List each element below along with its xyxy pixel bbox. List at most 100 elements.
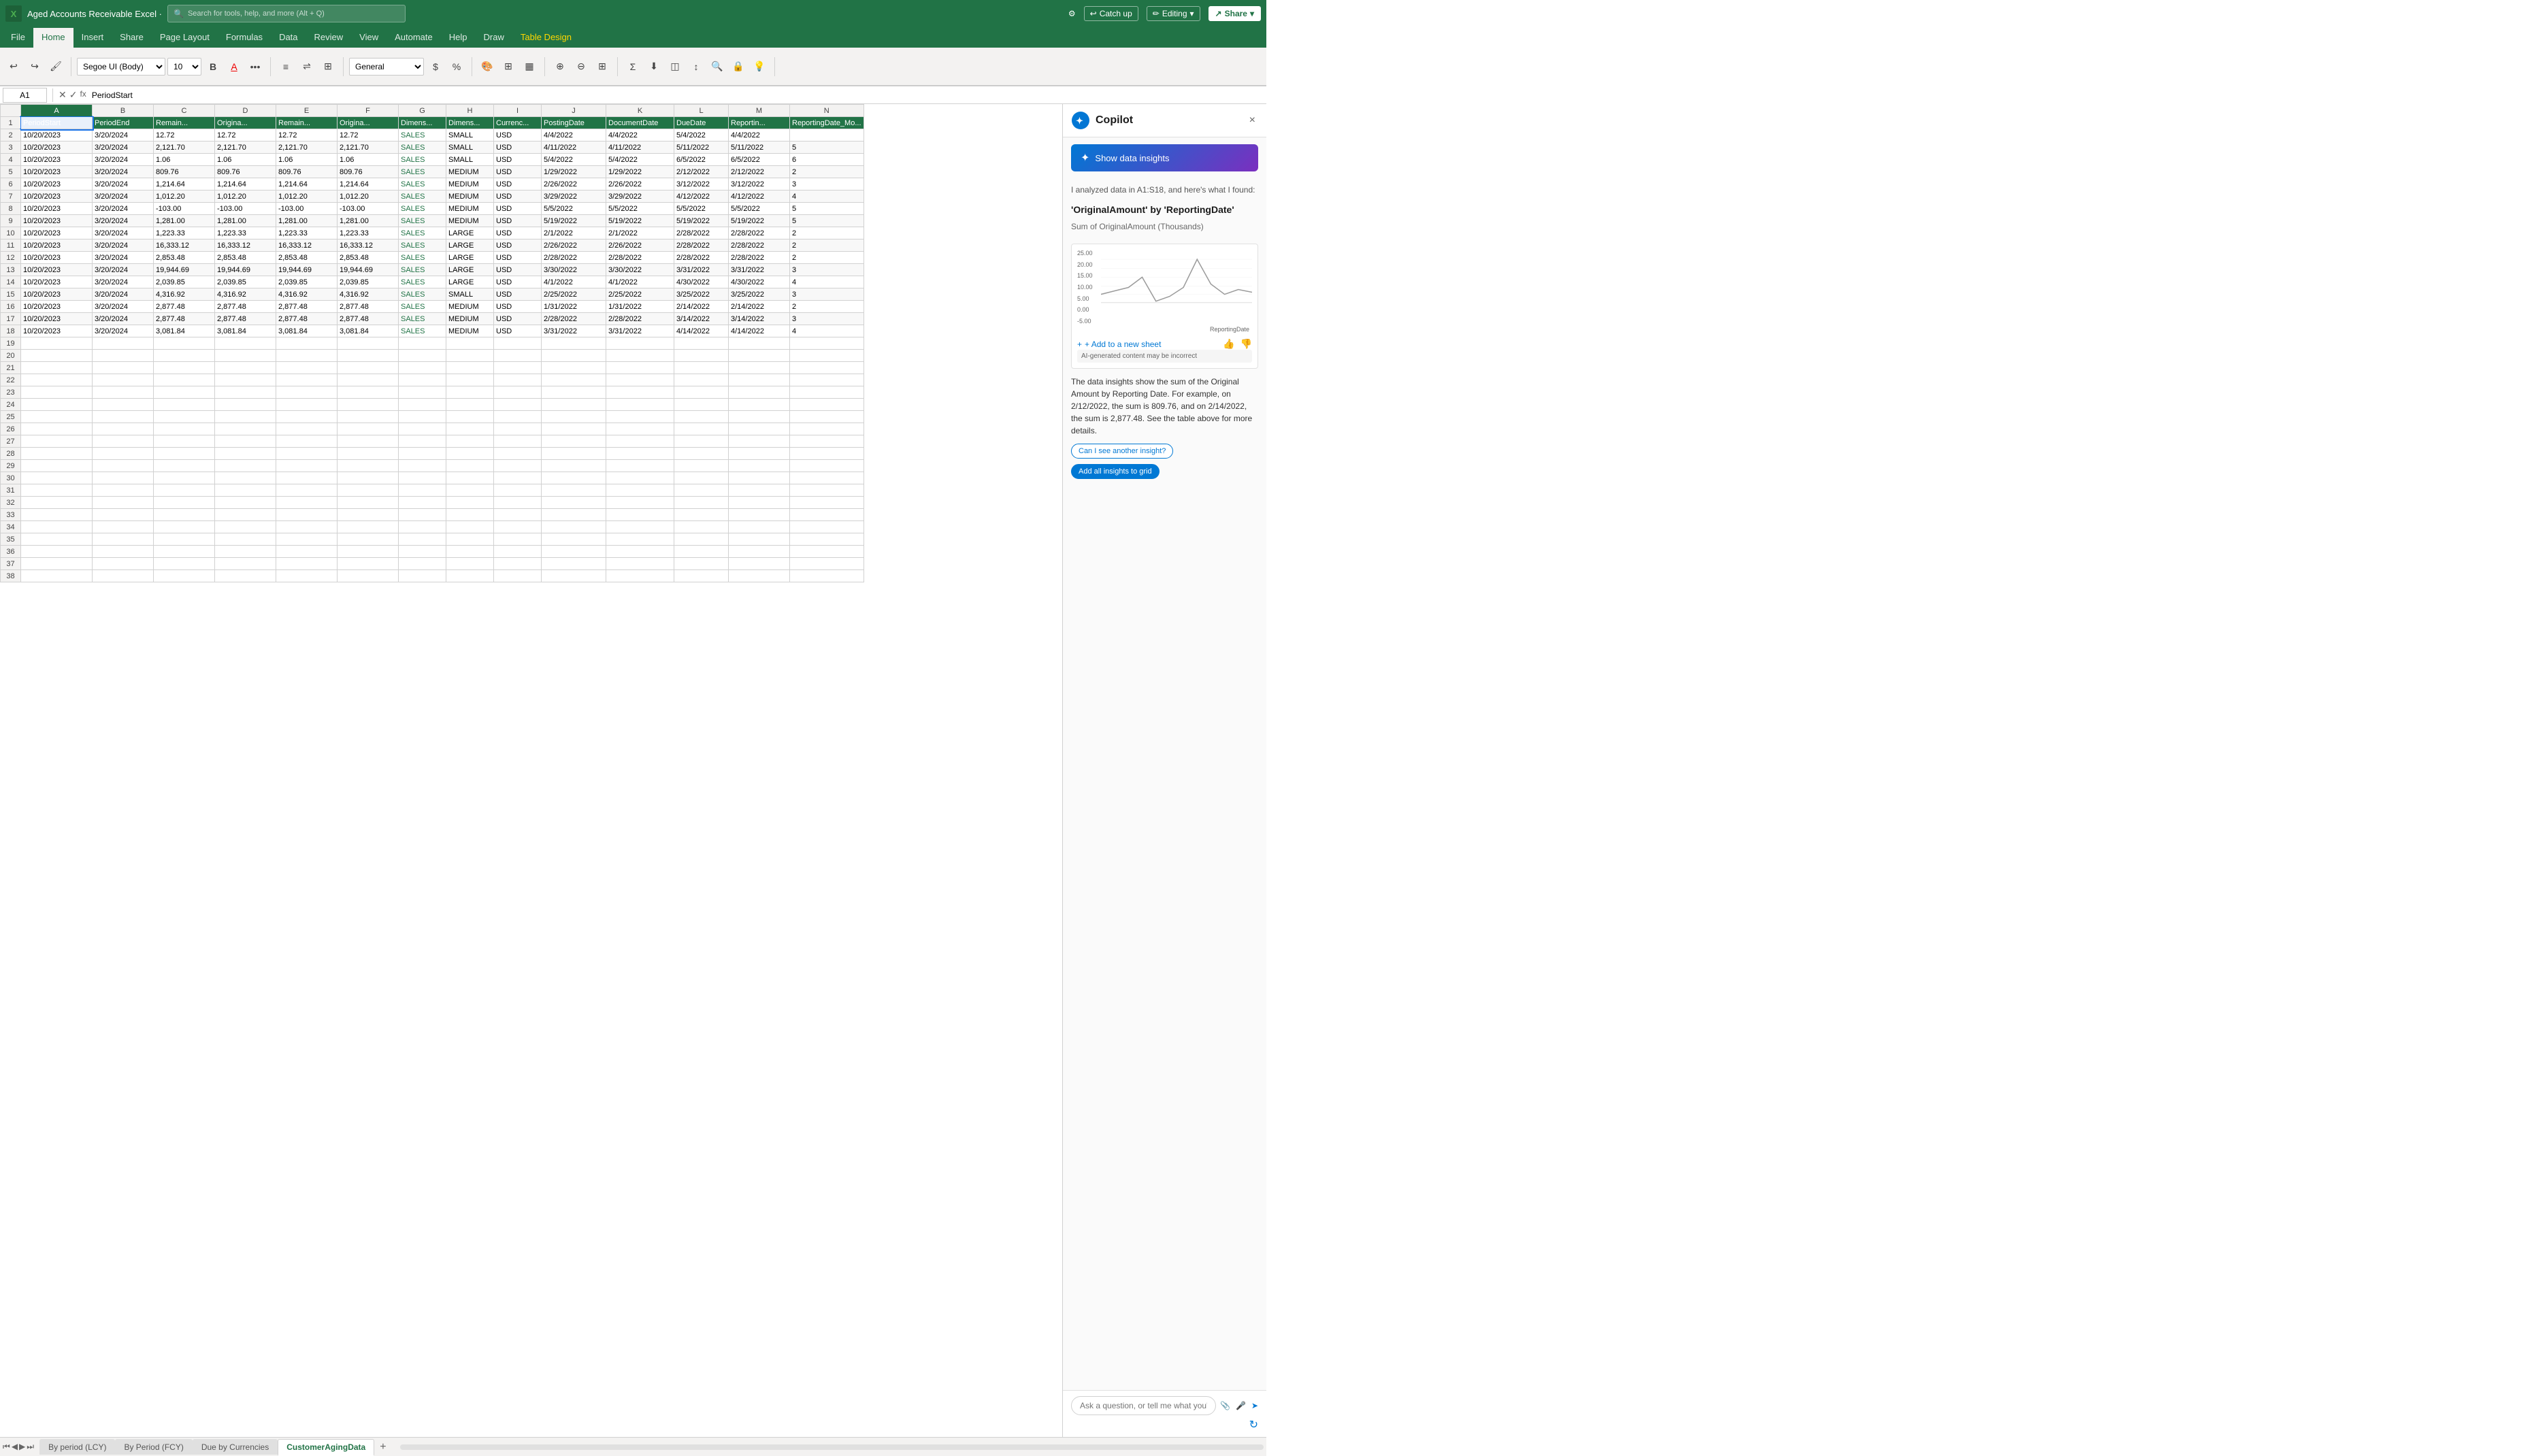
cell-H20[interactable] (446, 350, 494, 362)
cell-C23[interactable] (154, 386, 215, 399)
cell-F19[interactable] (338, 337, 399, 350)
cell-N20[interactable] (790, 350, 864, 362)
cell-C6[interactable]: 1,214.64 (154, 178, 215, 191)
cell-J34[interactable] (542, 521, 606, 533)
cell-C36[interactable] (154, 546, 215, 558)
cell-M8[interactable]: 5/5/2022 (729, 203, 790, 215)
cell-N2[interactable] (790, 129, 864, 142)
cell-B32[interactable] (93, 497, 154, 509)
cell-D17[interactable]: 2,877.48 (215, 313, 276, 325)
tab-automate[interactable]: Automate (387, 28, 441, 48)
format-cells-button[interactable]: ⊞ (593, 57, 612, 76)
cell-I2[interactable]: USD (494, 129, 542, 142)
cell-F18[interactable]: 3,081.84 (338, 325, 399, 337)
settings-icon[interactable]: ⚙ (1068, 9, 1076, 18)
cell-M5[interactable]: 2/12/2022 (729, 166, 790, 178)
cell-J36[interactable] (542, 546, 606, 558)
cell-C7[interactable]: 1,012.20 (154, 191, 215, 203)
tab-page-layout[interactable]: Page Layout (152, 28, 218, 48)
ideas-button[interactable]: 💡 (750, 57, 769, 76)
cell-F31[interactable] (338, 484, 399, 497)
cell-G38[interactable] (399, 570, 446, 582)
cell-I16[interactable]: USD (494, 301, 542, 313)
search-bar[interactable]: 🔍 Search for tools, help, and more (Alt … (167, 5, 406, 22)
cell-B30[interactable] (93, 472, 154, 484)
sheet-nav-first[interactable]: ⏮ (3, 1442, 10, 1452)
format-table-button[interactable]: ⊞ (499, 57, 518, 76)
cell-K8[interactable]: 5/5/2022 (606, 203, 674, 215)
cell-E31[interactable] (276, 484, 338, 497)
tab-home[interactable]: Home (33, 28, 73, 48)
cell-H7[interactable]: MEDIUM (446, 191, 494, 203)
cell-K4[interactable]: 5/4/2022 (606, 154, 674, 166)
cell-A17[interactable]: 10/20/2023 (21, 313, 93, 325)
cell-C4[interactable]: 1.06 (154, 154, 215, 166)
cell-B11[interactable]: 3/20/2024 (93, 239, 154, 252)
cell-N23[interactable] (790, 386, 864, 399)
cell-A37[interactable] (21, 558, 93, 570)
cell-A20[interactable] (21, 350, 93, 362)
cell-M35[interactable] (729, 533, 790, 546)
tab-view[interactable]: View (351, 28, 387, 48)
cell-G15[interactable]: SALES (399, 288, 446, 301)
cell-J1[interactable]: PostingDate (542, 117, 606, 129)
cell-I10[interactable]: USD (494, 227, 542, 239)
sort-filter-button[interactable]: ↕ (687, 57, 706, 76)
cell-I13[interactable]: USD (494, 264, 542, 276)
cell-K25[interactable] (606, 411, 674, 423)
cell-J3[interactable]: 4/11/2022 (542, 142, 606, 154)
cell-C38[interactable] (154, 570, 215, 582)
cell-N24[interactable] (790, 399, 864, 411)
cell-K28[interactable] (606, 448, 674, 460)
cell-N35[interactable] (790, 533, 864, 546)
col-header-A[interactable]: A (21, 105, 93, 117)
cell-L20[interactable] (674, 350, 729, 362)
cell-D29[interactable] (215, 460, 276, 472)
another-insight-button[interactable]: Can I see another insight? (1071, 444, 1173, 459)
cell-D13[interactable]: 19,944.69 (215, 264, 276, 276)
cell-J23[interactable] (542, 386, 606, 399)
cell-B10[interactable]: 3/20/2024 (93, 227, 154, 239)
fill-button[interactable]: ⬇ (644, 57, 663, 76)
cell-G11[interactable]: SALES (399, 239, 446, 252)
cell-K32[interactable] (606, 497, 674, 509)
cell-M22[interactable] (729, 374, 790, 386)
cell-M4[interactable]: 6/5/2022 (729, 154, 790, 166)
cell-B31[interactable] (93, 484, 154, 497)
cell-A15[interactable]: 10/20/2023 (21, 288, 93, 301)
cell-E18[interactable]: 3,081.84 (276, 325, 338, 337)
cell-M27[interactable] (729, 435, 790, 448)
cell-J33[interactable] (542, 509, 606, 521)
cell-A21[interactable] (21, 362, 93, 374)
cell-N22[interactable] (790, 374, 864, 386)
cell-B18[interactable]: 3/20/2024 (93, 325, 154, 337)
cell-I27[interactable] (494, 435, 542, 448)
cell-K2[interactable]: 4/4/2022 (606, 129, 674, 142)
cell-K34[interactable] (606, 521, 674, 533)
cell-N34[interactable] (790, 521, 864, 533)
cell-I8[interactable]: USD (494, 203, 542, 215)
cell-G34[interactable] (399, 521, 446, 533)
cell-D36[interactable] (215, 546, 276, 558)
cell-A2[interactable]: 10/20/2023 (21, 129, 93, 142)
cell-D30[interactable] (215, 472, 276, 484)
cell-H17[interactable]: MEDIUM (446, 313, 494, 325)
cell-F28[interactable] (338, 448, 399, 460)
cell-A35[interactable] (21, 533, 93, 546)
cell-G30[interactable] (399, 472, 446, 484)
cell-C28[interactable] (154, 448, 215, 460)
sheet-nav-last[interactable]: ⏭ (27, 1442, 34, 1452)
cell-F15[interactable]: 4,316.92 (338, 288, 399, 301)
tab-data[interactable]: Data (271, 28, 306, 48)
cell-L26[interactable] (674, 423, 729, 435)
cell-I30[interactable] (494, 472, 542, 484)
cell-L8[interactable]: 5/5/2022 (674, 203, 729, 215)
cell-K30[interactable] (606, 472, 674, 484)
cell-D20[interactable] (215, 350, 276, 362)
cell-I25[interactable] (494, 411, 542, 423)
cell-M10[interactable]: 2/28/2022 (729, 227, 790, 239)
cell-N17[interactable]: 3 (790, 313, 864, 325)
clear-button[interactable]: ◫ (665, 57, 685, 76)
cell-N27[interactable] (790, 435, 864, 448)
grid-wrapper[interactable]: A B C D E F G H I J K L M N (0, 104, 1062, 1437)
